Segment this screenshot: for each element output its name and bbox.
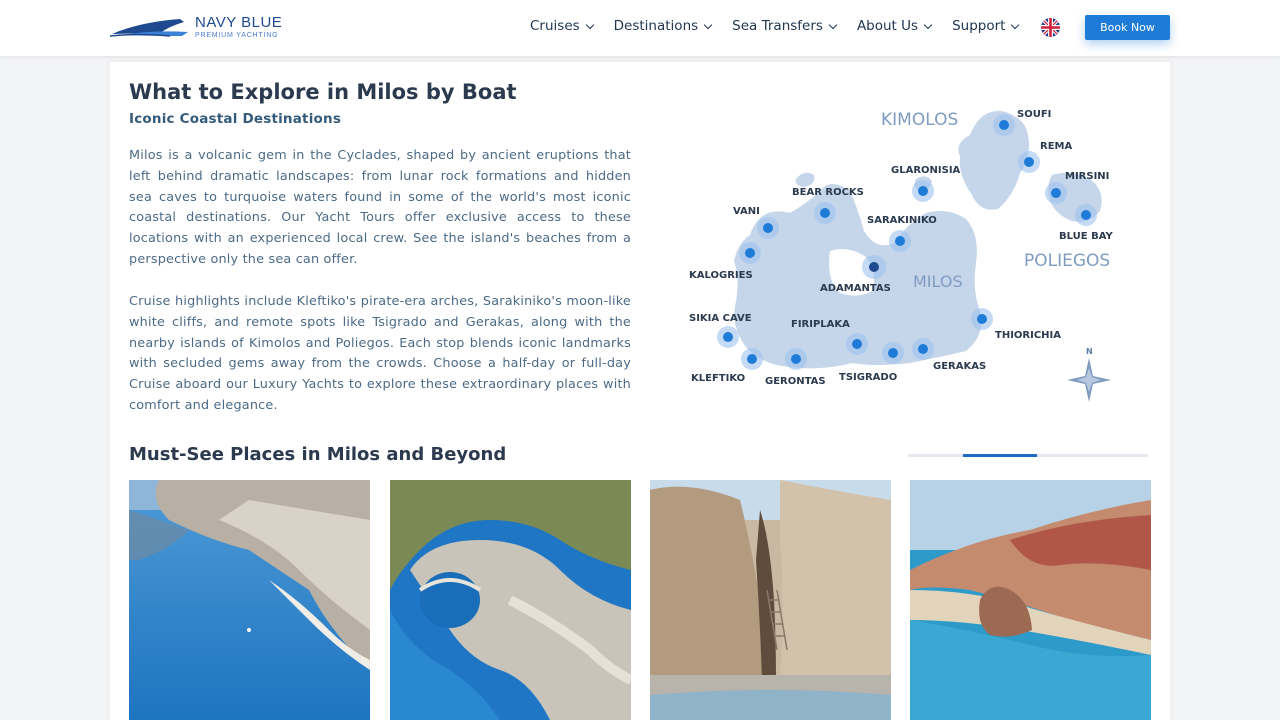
nav-item-label: Support [952,18,1006,34]
nav-destinations[interactable]: Destinations [613,18,713,34]
brand-tagline: PREMIUM YACHTING [195,32,279,39]
gallery-title: Must-See Places in Milos and Beyond [129,444,507,465]
island-label-milos: MILOS [913,272,963,291]
intro-paragraph: Milos is a volcanic gem in the Cyclades,… [129,148,631,267]
place-label-thiorichia: THIORICHIA [995,330,1061,341]
location-pin-icon[interactable] [820,208,830,218]
highlights-paragraph: Cruise highlights include Kleftiko's pir… [129,294,631,413]
place-label-sarakiniko: SARAKINIKO [867,215,937,226]
gallery-photo-coastline[interactable] [129,480,370,720]
place-label-bear-rocks: BEAR ROCKS [792,187,864,198]
book-now-button[interactable]: Book Now [1085,15,1170,40]
gallery-slider-thumb[interactable] [963,454,1037,457]
place-label-gerakas: GERAKAS [933,361,986,372]
nav-cruises[interactable]: Cruises [530,18,594,34]
chevron-down-icon [585,20,594,29]
chevron-down-icon [923,20,933,29]
bear-rocks-shape [795,172,815,187]
location-pin-icon[interactable] [918,344,928,354]
gallery-photo-colorful-beach[interactable] [910,480,1151,720]
location-pin-icon[interactable] [852,339,862,349]
yacht-logo-icon [110,19,188,37]
place-label-rema: REMA [1040,141,1072,152]
brand-logo[interactable]: NAVY BLUE PREMIUM YACHTING [110,12,290,42]
uk-flag-icon[interactable] [1041,18,1060,37]
gallery-photo-cliff-ladder[interactable] [650,480,891,720]
island-label-kimolos: KIMOLOS [881,110,958,130]
nav-sea-transfers[interactable]: Sea Transfers [732,18,838,34]
place-label-vani: VANI [733,206,760,217]
location-pin-icon[interactable] [977,314,987,324]
location-pin-icon[interactable] [747,354,757,364]
brand-name: NAVY BLUE [195,14,283,31]
nav-item-label: Sea Transfers [732,18,823,34]
gallery-photo-sea-cave[interactable] [390,480,631,720]
nav-support[interactable]: Support [952,18,1020,34]
location-pin-icon[interactable] [763,223,773,233]
place-label-mirsini: MIRSINI [1065,171,1109,182]
place-label-kleftiko: KLEFTIKO [691,373,745,384]
chevron-down-icon [1011,20,1020,29]
location-pin-icon[interactable] [745,248,755,258]
location-pin-icon[interactable] [1081,210,1091,220]
place-label-glaronisia: GLARONISIA [891,165,961,176]
nav-item-label: Cruises [530,18,580,34]
compass-north-label: N [1086,347,1093,356]
location-pin-icon[interactable] [869,262,879,272]
page-title: What to Explore in Milos by Boat [129,80,517,104]
nav-item-label: About Us [856,18,919,34]
place-label-firiplaka: FIRIPLAKA [791,319,850,330]
place-label-adamantas: ADAMANTAS [820,283,891,294]
location-pin-icon[interactable] [1051,188,1061,198]
location-pin-icon[interactable] [791,354,801,364]
location-pin-icon[interactable] [1024,157,1034,167]
place-label-tsigrado: TSIGRADO [839,372,897,383]
chevron-down-icon [828,20,838,29]
milos-map: KIMOLOS MILOS POLIEGOS SOUFI REMA MIRSIN… [680,95,1130,415]
place-label-kalogries: KALOGRIES [689,270,753,281]
nav-item-label: Destinations [613,18,699,34]
location-pin-icon[interactable] [895,236,905,246]
page-subtitle: Iconic Coastal Destinations [129,111,342,127]
chevron-down-icon [703,20,713,29]
gallery-slider-track[interactable] [908,454,1148,457]
site-header: NAVY BLUE PREMIUM YACHTING Cruises Desti… [0,0,1280,56]
main-nav: Cruises Destinations Sea Transfers About… [530,18,1039,34]
location-pin-icon[interactable] [918,186,928,196]
compass-rose-icon: N [1067,347,1111,402]
place-label-blue-bay: BLUE BAY [1059,231,1113,242]
nav-about-us[interactable]: About Us [856,18,933,34]
place-label-gerontas: GERONTAS [765,376,826,387]
island-label-poliegos: POLIEGOS [1024,251,1110,271]
location-pin-icon[interactable] [888,348,898,358]
location-pin-icon[interactable] [723,332,733,342]
place-label-soufi: SOUFI [1017,109,1051,120]
location-pin-icon[interactable] [999,120,1009,130]
place-label-sikia-cave: SIKIA CAVE [689,313,752,324]
